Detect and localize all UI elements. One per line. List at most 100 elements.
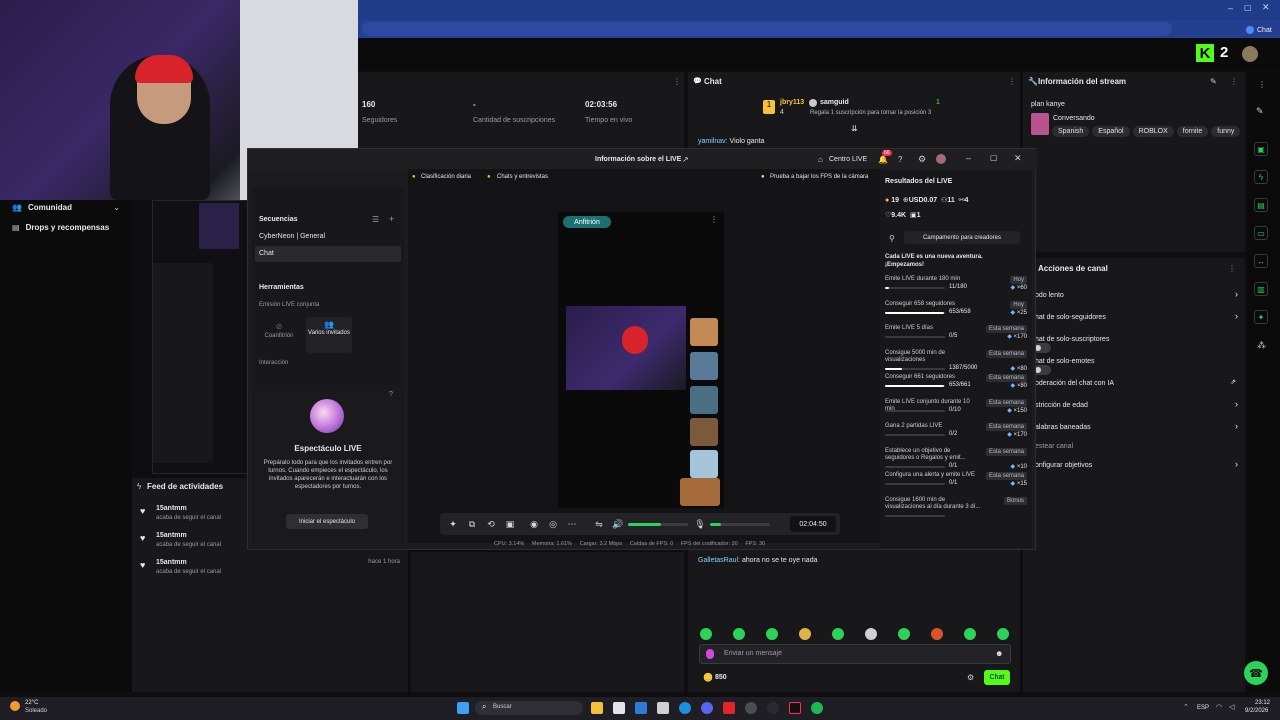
settings-gear-icon[interactable]: ⚙ xyxy=(918,154,926,165)
clock-time[interactable]: 23:12 xyxy=(1255,700,1270,706)
send-chat-button[interactable]: Chat xyxy=(984,670,1010,685)
category-thumbnail[interactable] xyxy=(1031,113,1049,135)
expand-icon[interactable]: ⇊ xyxy=(851,124,858,133)
sequence-item[interactable]: CyberNeon | General xyxy=(259,233,325,240)
close-window-icon[interactable]: ✕ xyxy=(1262,2,1272,12)
guest-avatar[interactable] xyxy=(690,352,718,380)
emote-icon[interactable] xyxy=(865,628,877,640)
screen-icon[interactable]: ▣ xyxy=(504,518,516,530)
channel-action-slow-mode[interactable]: odo lento › xyxy=(1035,289,1240,302)
chat-extension-tab[interactable]: Chat xyxy=(1246,24,1280,36)
guest-avatar[interactable] xyxy=(690,418,718,446)
guest-avatar[interactable] xyxy=(690,450,718,478)
bell-icon[interactable]: 🔔 xyxy=(878,155,888,164)
channel-action-banned-words[interactable]: alabras baneadas › xyxy=(1035,421,1240,434)
chat-menu-icon[interactable]: ⋮ xyxy=(1008,77,1016,86)
mic-slider[interactable] xyxy=(710,523,770,526)
tray-chevron-icon[interactable]: ⌃ xyxy=(1183,703,1189,711)
chats-chip[interactable]: Chats y entrevistas xyxy=(497,174,548,180)
sidebar-item-drops[interactable]: ▤ Drops y recompensas xyxy=(12,221,132,233)
goal-item[interactable]: Emite LIVE conjunto durante 10 min Esta s… xyxy=(885,398,1027,414)
emote-icon[interactable] xyxy=(766,628,778,640)
emoji-icon[interactable]: ☻ xyxy=(995,649,1003,658)
youtube-icon[interactable] xyxy=(723,702,735,714)
stream-info-menu-icon[interactable]: ⋮ xyxy=(1230,77,1238,86)
emote-icon[interactable] xyxy=(964,628,976,640)
help-icon[interactable]: ? xyxy=(898,155,902,164)
emote-picker-icon[interactable] xyxy=(706,649,714,659)
notepad-icon[interactable] xyxy=(613,702,625,714)
language-indicator[interactable]: ESP xyxy=(1197,705,1209,711)
goal-item[interactable]: Gana 2 partidas LIVE Esta semana 0/2 ◆ ×170 xyxy=(885,423,1027,438)
cohost-tool[interactable]: ⊘ Coanfitrión xyxy=(256,317,302,353)
fps-hint[interactable]: Prueba a bajar los FPS de la cámara xyxy=(770,174,868,180)
ranking-chip[interactable]: Clasificación diaria xyxy=(421,174,471,180)
emote-icon[interactable] xyxy=(832,628,844,640)
goal-item[interactable]: Emite LIVE 5 días Esta semana 0/5 ◆ ×170 xyxy=(885,325,1027,340)
chat-username[interactable]: GalletasRaul: xyxy=(698,557,740,564)
document-icon[interactable]: ▥ xyxy=(1254,282,1268,296)
channel-action-ai-moderation[interactable]: oderación del chat con IA ⇗ xyxy=(1035,378,1240,390)
emote-icon[interactable] xyxy=(997,628,1009,640)
camera-switch-icon[interactable]: ⟲ xyxy=(485,518,497,530)
goal-item[interactable]: Emite LIVE durante 180 min Hoy 11/180 ◆ ×60 xyxy=(885,276,1027,291)
channel-action-age-restriction[interactable]: stricción de edad › xyxy=(1035,399,1240,412)
address-bar[interactable] xyxy=(362,22,1172,36)
minimize-icon[interactable]: – xyxy=(1228,3,1238,13)
goal-item[interactable]: Consigue 5000 min de visualizaciones Esta… xyxy=(885,349,1027,372)
chat-username[interactable]: yamilnav: xyxy=(698,138,728,145)
person-plus-icon[interactable]: ⚲ xyxy=(889,234,895,243)
tool-icon[interactable]: ✦ xyxy=(1254,310,1268,324)
clipboard-icon[interactable]: ▤ xyxy=(1254,198,1268,212)
edge-browser-icon[interactable] xyxy=(679,702,691,714)
camera-icon[interactable]: ▣ xyxy=(1254,142,1268,156)
centro-live-button[interactable]: Centro LIVE xyxy=(829,156,867,163)
goal-item[interactable]: Configura una alerta y emite LIVE Esta se… xyxy=(885,472,1027,487)
emote-icon[interactable] xyxy=(700,628,712,640)
channel-action-followers-only[interactable]: hat de solo-seguidores › xyxy=(1035,311,1240,324)
goal-item[interactable]: Establece un objetivo de seguidores o Re… xyxy=(885,447,1027,470)
channel-action-goals[interactable]: onfigurar objetivos › xyxy=(1035,459,1240,472)
discord-icon[interactable] xyxy=(701,702,713,714)
goal-item[interactable]: Conseguir 658 seguidores Hoy 653/658 ◆ ×25 xyxy=(885,300,1027,316)
creator-camp-button[interactable]: Campamento para creadores xyxy=(904,231,1020,244)
kick-logo-icon[interactable]: K xyxy=(1196,44,1214,62)
profile-avatar[interactable] xyxy=(936,154,946,164)
speaker-icon[interactable]: 🔊 xyxy=(612,518,624,530)
volume-icon[interactable]: ◁ xyxy=(1229,703,1234,711)
minimize-icon[interactable]: – xyxy=(966,153,971,163)
store-icon[interactable] xyxy=(657,702,669,714)
goal-item[interactable]: Consigue 1600 min de visualizaciones al … xyxy=(885,496,1027,517)
tag-pill[interactable]: Español xyxy=(1092,126,1130,137)
guest-avatar[interactable] xyxy=(690,386,718,414)
github-icon[interactable] xyxy=(767,702,779,714)
raid-icon[interactable]: ↔ xyxy=(1254,254,1268,268)
chat-settings-icon[interactable]: ⚙ xyxy=(967,673,974,682)
category-name[interactable]: Conversando xyxy=(1053,115,1095,122)
top-gifter-name[interactable]: jbry113 xyxy=(780,99,804,106)
emote-icon[interactable] xyxy=(733,628,745,640)
clock-date[interactable]: 9/2/2026 xyxy=(1245,708,1268,714)
weather-temp[interactable]: 22°C xyxy=(25,700,38,706)
tag-pill[interactable]: fornite xyxy=(1176,126,1209,137)
multi-guest-tool[interactable]: 👥 Varios invitados xyxy=(306,317,352,353)
tag-pill[interactable]: ROBLOX xyxy=(1132,126,1174,137)
taskbar-search[interactable] xyxy=(475,701,583,715)
second-gifter-name[interactable]: samguid xyxy=(820,99,849,106)
add-icon[interactable]: + xyxy=(389,214,394,224)
share-icon[interactable]: ↗ xyxy=(682,155,689,164)
emote-icon[interactable] xyxy=(898,628,910,640)
lightning-icon[interactable]: ϟ xyxy=(1254,170,1268,184)
users-icon[interactable]: ⁂ xyxy=(1257,340,1266,351)
volume-slider[interactable] xyxy=(628,523,688,526)
obs-icon[interactable] xyxy=(745,702,757,714)
clip-icon[interactable]: ◎ xyxy=(547,518,559,530)
channel-action-host[interactable]: estear canal xyxy=(1035,441,1240,453)
spotify-icon[interactable] xyxy=(811,702,823,714)
record-icon[interactable]: ◉ xyxy=(528,518,540,530)
support-chat-icon[interactable]: ☎ xyxy=(1244,661,1268,685)
start-show-button[interactable]: Iniciar el espectáculo xyxy=(286,514,368,529)
activity-user[interactable]: 15antmm xyxy=(156,532,187,539)
maximize-icon[interactable]: ▢ xyxy=(990,153,998,162)
file-explorer-icon[interactable] xyxy=(591,702,603,714)
